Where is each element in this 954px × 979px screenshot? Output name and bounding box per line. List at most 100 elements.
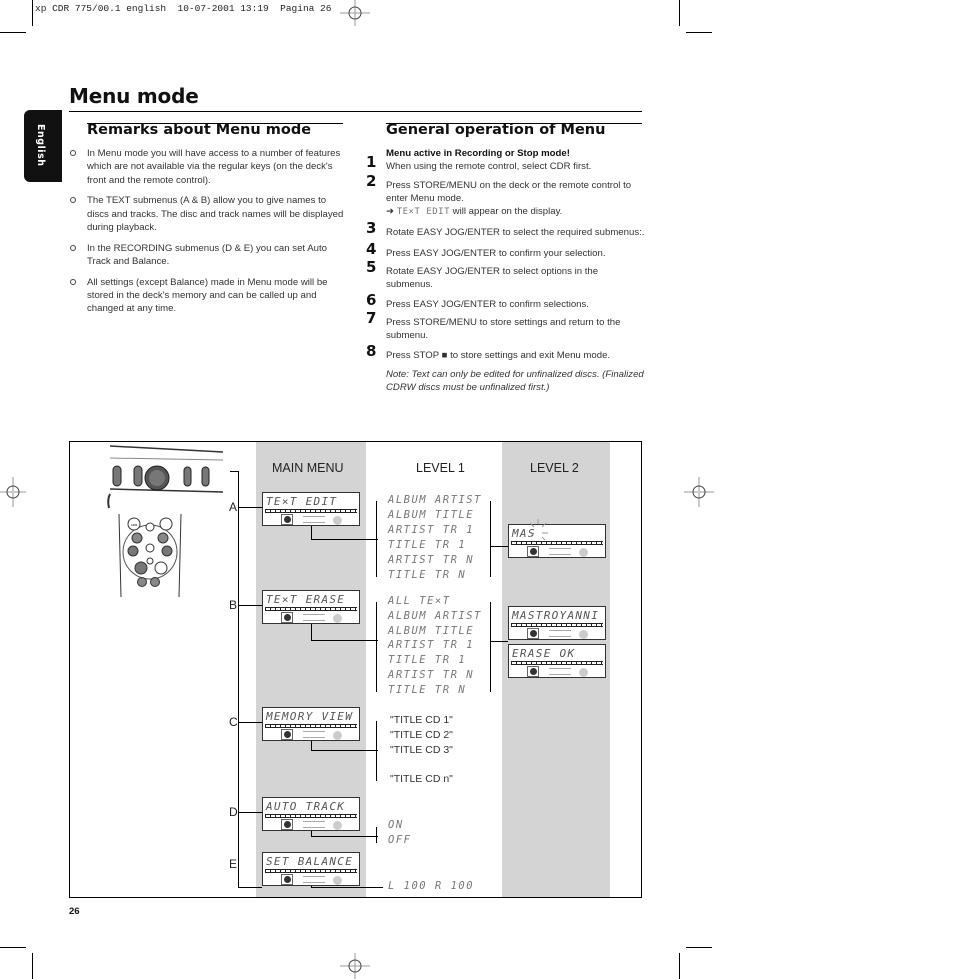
disc-icon	[333, 876, 342, 885]
disc-icon	[281, 514, 293, 525]
lcd-segment-bar	[265, 814, 357, 818]
level-meter	[303, 731, 325, 738]
lcd-auto-track: AUTO TRACK	[262, 797, 360, 831]
level1-option: ALBUM ARTIST	[388, 494, 482, 506]
connector-line	[311, 526, 312, 539]
connector-line	[311, 640, 378, 641]
step-item: 8 Press STOP ■ to store settings and exit…	[366, 343, 646, 362]
level1-option: "TITLE CD n"	[390, 773, 453, 785]
level1-option: ALBUM ARTIST	[388, 610, 482, 622]
level1-header: LEVEL 1	[416, 461, 465, 475]
step-number: 2	[366, 171, 377, 190]
step-number: 4	[366, 239, 377, 258]
step-item: 3 Rotate EASY JOG/ENTER to select the req…	[366, 221, 646, 239]
disc-icon	[579, 668, 588, 677]
disc-icon	[333, 614, 342, 623]
step-number: 6	[366, 290, 377, 309]
level1-option: OFF	[388, 834, 412, 846]
disc-icon	[281, 874, 293, 885]
level-meter	[549, 630, 571, 637]
lcd-segment-bar	[511, 541, 603, 545]
level1-option: TITLE TR N	[388, 684, 467, 696]
title-divider	[69, 111, 642, 112]
disc-icon	[579, 548, 588, 557]
lcd-level2-edit: MAS	[508, 519, 606, 558]
disc-icon	[333, 731, 342, 740]
remark-text: In Menu mode you will have access to a n…	[87, 148, 341, 186]
step-text: Press STORE/MENU to store settings and r…	[386, 316, 621, 342]
remark-item: All settings (except Balance) made in Me…	[70, 276, 350, 316]
deck-and-remote-illustration: CDR	[107, 445, 224, 598]
submenu-letter-b: B	[229, 598, 238, 612]
level1-option: ALBUM TITLE	[388, 509, 475, 521]
submenu-letter-a: A	[229, 500, 238, 514]
level-meter	[303, 821, 325, 828]
lcd-segment-bar	[265, 607, 357, 611]
level1-option: ON	[388, 819, 404, 831]
step-number: 5	[366, 258, 377, 277]
bracket-line	[490, 501, 491, 577]
registration-mark-icon	[0, 477, 26, 507]
registration-mark-icon	[684, 477, 714, 507]
lcd-display-text: MEMORY VIEW	[266, 710, 354, 723]
disc-icon	[579, 630, 588, 639]
lcd-segment-bar	[511, 623, 603, 627]
page-title: Menu mode	[69, 84, 199, 108]
step-item: 4 Press EASY JOG/ENTER to confirm your se…	[366, 241, 646, 260]
lcd-level2-erase-ok: ERASE OK	[508, 644, 606, 678]
step-number: 7	[366, 308, 377, 327]
remark-text: The TEXT submenus (A & B) allow you to g…	[87, 195, 344, 233]
remarks-list: In Menu mode you will have access to a n…	[70, 147, 350, 323]
connector-line	[490, 641, 508, 642]
connector-line	[238, 812, 262, 813]
lcd-display-text: SET BALANCE	[266, 855, 354, 868]
level1-option: "TITLE CD 1"	[390, 714, 453, 726]
bracket-line	[490, 602, 491, 692]
level1-option: TITLE TR 1	[388, 539, 467, 551]
step-item: 7 Press STORE/MENU to store settings and …	[366, 310, 646, 343]
blinking-cursor-icon	[529, 519, 548, 541]
step-text: Press EASY JOG/ENTER to confirm selectio…	[386, 298, 589, 310]
submenu-letter-d: D	[229, 805, 238, 819]
crop-mark	[686, 32, 712, 33]
step-text: Rotate EASY JOG/ENTER to select the requ…	[386, 227, 645, 239]
remote-cdr-label: CDR	[131, 523, 138, 527]
lcd-display-text: TE×T EDIT	[266, 495, 338, 508]
level-meter	[303, 876, 325, 883]
disc-icon	[527, 546, 539, 557]
remark-item: In the RECORDING submenus (D & E) you ca…	[70, 242, 350, 269]
crop-mark	[0, 947, 26, 948]
step-item: 1 When using the remote control, select C…	[366, 155, 646, 173]
lcd-segment-bar	[511, 661, 603, 665]
step-item: 6 Press EASY JOG/ENTER to confirm selecti…	[366, 292, 646, 311]
step-text: Press STOP ■ to store settings and exit …	[386, 349, 611, 361]
step-result-text: will appear on the display.	[450, 206, 563, 218]
connector-line	[238, 722, 262, 723]
lcd-display-text: MASTROYANNI	[512, 609, 600, 622]
step-text: Press EASY JOG/ENTER to confirm your sel…	[386, 247, 606, 259]
step-text: When using the remote control, select CD…	[386, 161, 592, 173]
connector-line	[311, 887, 383, 888]
disc-icon	[527, 628, 539, 639]
bullet-icon	[70, 278, 76, 285]
bracket-line	[238, 471, 239, 887]
step-number: 1	[366, 153, 377, 172]
level1-option: TITLE TR N	[388, 569, 467, 581]
main-menu-header: MAIN MENU	[272, 461, 344, 475]
step-item: 5 Rotate EASY JOG/ENTER to select options…	[366, 259, 646, 292]
note-text: Note: Text can only be edited for unfina…	[386, 368, 644, 394]
crop-mark	[32, 953, 33, 979]
level1-option: ARTIST TR N	[388, 669, 475, 681]
lcd-segment-bar	[265, 869, 357, 873]
level1-option: ALBUM TITLE	[388, 625, 475, 637]
crop-mark	[32, 0, 33, 26]
level2-header: LEVEL 2	[530, 461, 579, 475]
connector-line	[311, 836, 378, 837]
step-item: 2 Press STORE/MENU on the deck or the rem…	[366, 173, 646, 220]
steps-subhead: Menu active in Recording or Stop mode!	[386, 148, 570, 159]
level1-option: "TITLE CD 2"	[390, 729, 453, 741]
language-tab: English	[24, 110, 62, 182]
connector-line	[311, 539, 378, 540]
bracket-line	[376, 827, 377, 843]
level1-option: L 100 R 100	[388, 880, 475, 892]
